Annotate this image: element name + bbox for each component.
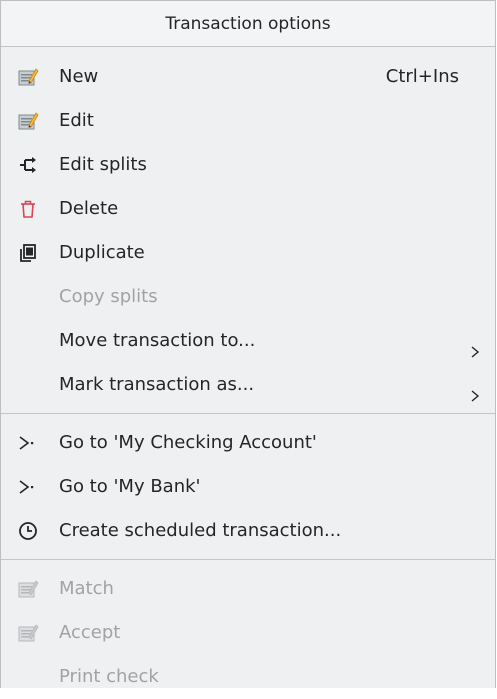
menu-items: New Ctrl+Ins Edit Edit splits Delete Dup…	[1, 47, 495, 699]
menu-item-match[interactable]: Match	[1, 567, 495, 611]
menu-item-delete[interactable]: Delete	[1, 187, 495, 231]
menu-item-print-check[interactable]: Print check	[1, 655, 495, 699]
clock-icon	[17, 520, 39, 542]
menu-item-label: Delete	[59, 198, 119, 219]
menu-item-goto-checking-account[interactable]: Go to 'My Checking Account'	[1, 421, 495, 465]
menu-title: Transaction options	[1, 1, 495, 47]
edit-transaction-icon	[17, 110, 39, 132]
menu-item-new[interactable]: New Ctrl+Ins	[1, 55, 495, 99]
accept-icon	[17, 622, 39, 644]
menu-item-accept[interactable]: Accept	[1, 611, 495, 655]
menu-item-label: Match	[59, 578, 114, 599]
menu-separator	[1, 413, 495, 414]
menu-item-label: Duplicate	[59, 242, 145, 263]
menu-item-label: Create scheduled transaction...	[59, 520, 342, 541]
menu-item-label: Print check	[59, 666, 159, 687]
menu-item-label: Go to 'My Checking Account'	[59, 432, 317, 453]
menu-item-duplicate[interactable]: Duplicate	[1, 231, 495, 275]
chevron-right-icon	[467, 333, 483, 358]
chevron-right-icon	[467, 377, 483, 402]
shortcut-label: Ctrl+Ins	[385, 66, 459, 87]
menu-item-label: Mark transaction as...	[59, 374, 255, 395]
menu-item-label: Move transaction to...	[59, 330, 256, 351]
menu-item-edit[interactable]: Edit	[1, 99, 495, 143]
menu-item-label: Copy splits	[59, 286, 158, 307]
trash-icon	[17, 198, 39, 220]
match-icon	[17, 578, 39, 600]
goto-icon	[17, 476, 39, 498]
menu-item-copy-splits[interactable]: Copy splits	[1, 275, 495, 319]
menu-item-label: Accept	[59, 622, 121, 643]
menu-item-edit-splits[interactable]: Edit splits	[1, 143, 495, 187]
menu-separator	[1, 559, 495, 560]
duplicate-icon	[17, 242, 39, 264]
menu-item-label: Edit splits	[59, 154, 147, 175]
menu-item-create-scheduled-transaction[interactable]: Create scheduled transaction...	[1, 509, 495, 553]
menu-item-label: New	[59, 66, 99, 87]
menu-item-move-transaction-to[interactable]: Move transaction to...	[1, 319, 495, 363]
split-icon	[17, 154, 39, 176]
menu-item-goto-my-bank[interactable]: Go to 'My Bank'	[1, 465, 495, 509]
menu-item-label: Go to 'My Bank'	[59, 476, 201, 497]
transaction-options-menu: Transaction options New Ctrl+Ins Edit Ed…	[0, 0, 496, 688]
menu-item-mark-transaction-as[interactable]: Mark transaction as...	[1, 363, 495, 407]
new-transaction-icon	[17, 66, 39, 88]
menu-item-label: Edit	[59, 110, 94, 131]
goto-icon	[17, 432, 39, 454]
